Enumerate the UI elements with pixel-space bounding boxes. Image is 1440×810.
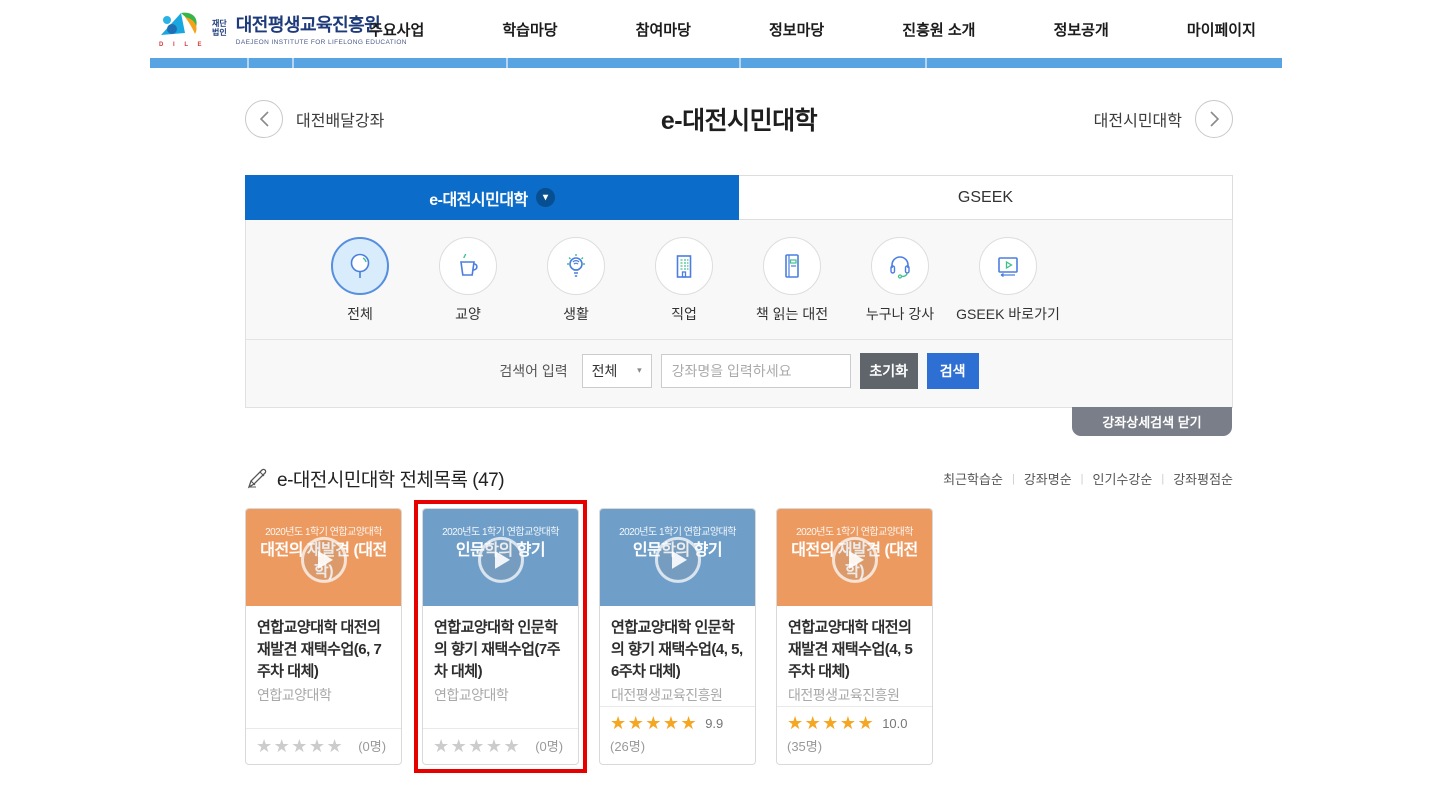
star-rating-icon: ★★★★★ [610,714,698,732]
course-name-input[interactable] [661,354,851,388]
course-card-highlighted[interactable]: 2020년도 1학기 연합교양대학 인문학의 향기 연합교양대학 인문학의 향기… [422,508,579,765]
category-job[interactable]: 직업 [630,237,738,324]
course-rating-row: ★★★★★ (0명) [423,728,578,764]
course-filter-panel: e-대전시민대학 ▾ GSEEK 전체 교양 생활 [245,175,1233,408]
next-page-label[interactable]: 대전시민대학 [1094,107,1182,131]
chevron-down-icon[interactable]: ▾ [536,188,555,207]
next-page-button[interactable] [1195,100,1233,138]
rating-count: (35명) [787,736,922,755]
rating-count: (0명) [358,736,386,755]
category-book-reading-daejeon[interactable]: 책 읽는 대전 [738,237,846,324]
play-icon[interactable] [478,536,524,582]
course-provider: 대전평생교육진흥원 [611,685,744,705]
chevron-right-icon [1209,110,1220,128]
nav-item-information[interactable]: 정보마당 [769,19,824,40]
close-detail-search-button[interactable]: 강좌상세검색 닫기 [1072,407,1232,436]
course-rating-row: ★★★★★ 10.0 (35명) [777,706,932,764]
main-navigation: 주요사업 학습마당 참여마당 정보마당 진흥원 소개 정보공개 마이페이지 [330,0,1295,58]
category-list: 전체 교양 생활 직업 책 읽는 대전 [246,220,1232,324]
select-caret-icon: ▾ [637,365,642,376]
brand-foundation-label: 재단 법인 [212,19,227,37]
star-rating-icon: ★★★★★ [256,737,344,755]
pencil-icon [245,467,269,491]
course-provider: 연합교양대학 [257,685,390,705]
prev-page-button[interactable] [245,100,283,138]
course-thumbnail: 2020년도 1학기 연합교양대학 인문학의 향기 [600,509,755,606]
rating-score: 9.9 [705,716,723,731]
book-icon [777,251,807,281]
rating-count: (0명) [535,736,563,755]
prev-page-label[interactable]: 대전배달강좌 [296,107,384,131]
rating-score: 10.0 [882,716,907,731]
nav-highlight-bar [150,58,1282,68]
balloon-icon [345,251,375,281]
search-label: 검색어 입력 [499,361,567,381]
course-thumbnail: 2020년도 1학기 연합교양대학 대전의 재발견 (대전학) [246,509,401,606]
nav-item-disclosure[interactable]: 정보공개 [1054,19,1109,40]
reset-button[interactable]: 초기화 [860,353,918,389]
building-icon [669,251,699,281]
course-card-list: 2020년도 1학기 연합교양대학 대전의 재발견 (대전학) 연합교양대학 대… [245,508,1233,765]
course-provider: 연합교양대학 [434,685,567,705]
course-rating-row: ★★★★★ 9.9 (26명) [600,706,755,764]
course-thumbnail: 2020년도 1학기 연합교양대학 대전의 재발견 (대전학) [777,509,932,606]
category-life[interactable]: 생활 [522,237,630,324]
star-rating-icon: ★★★★★ [787,714,875,732]
sort-popularity[interactable]: 인기수강순 [1093,469,1153,488]
nav-item-main-business[interactable]: 주요사업 [369,19,424,40]
course-search-bar: 검색어 입력 전체 ▾ 초기화 검색 [246,340,1232,401]
category-gseek-shortcut[interactable]: GSEEK 바로가기 [954,237,1062,324]
nav-item-participation[interactable]: 참여마당 [636,19,691,40]
nav-item-about[interactable]: 진흥원 소개 [902,19,975,40]
list-title: e-대전시민대학 전체목록 (47) [245,465,504,492]
course-title: 연합교양대학 대전의 재발견 재택수업(6, 7주차 대체) [257,617,390,682]
lightbulb-icon [561,251,591,281]
course-title: 연합교양대학 인문학의 향기 재택수업(7주차 대체) [434,617,567,682]
chevron-left-icon [259,110,270,128]
rating-count: (26명) [610,736,745,755]
sort-recent[interactable]: 최근학습순 [943,469,1003,488]
course-card[interactable]: 2020년도 1학기 연합교양대학 인문학의 향기 연합교양대학 인문학의 향기… [599,508,756,765]
course-provider: 대전평생교육진흥원 [788,685,921,705]
course-title: 연합교양대학 인문학의 향기 재택수업(4, 5, 6주차 대체) [611,617,744,682]
category-liberal-arts[interactable]: 교양 [414,237,522,324]
video-player-icon [993,251,1023,281]
tab-e-daejeon-citizen-univ[interactable]: e-대전시민대학 ▾ [245,175,739,220]
sort-name[interactable]: 강좌명순 [1024,469,1072,488]
page-title: e-대전시민대학 [245,96,1233,146]
logo-mark-icon: D I L E [155,7,205,49]
play-icon[interactable] [832,536,878,582]
play-icon[interactable] [655,536,701,582]
nav-item-learning[interactable]: 학습마당 [502,19,557,40]
sort-rating[interactable]: 강좌평점순 [1173,469,1233,488]
headset-icon [885,251,915,281]
sort-options: 최근학습순| 강좌명순| 인기수강순| 강좌평점순 [943,469,1233,488]
course-card[interactable]: 2020년도 1학기 연합교양대학 대전의 재발견 (대전학) 연합교양대학 대… [245,508,402,765]
course-card[interactable]: 2020년도 1학기 연합교양대학 대전의 재발견 (대전학) 연합교양대학 대… [776,508,933,765]
top-bar: D I L E 재단 법인 대전평생교육진흥원 DAEJEON INSTITUT… [0,0,1440,58]
tab-gseek[interactable]: GSEEK [739,175,1233,220]
category-anyone-instructor[interactable]: 누구나 강사 [846,237,954,324]
course-rating-row: ★★★★★ (0명) [246,728,401,764]
star-rating-icon: ★★★★★ [433,737,521,755]
course-title: 연합교양대학 대전의 재발견 재택수업(4, 5주차 대체) [788,617,921,682]
search-button[interactable]: 검색 [927,353,979,389]
svg-text:D I L E: D I L E [159,42,205,48]
cup-icon [453,251,483,281]
search-scope-select[interactable]: 전체 ▾ [582,354,652,388]
category-all[interactable]: 전체 [306,237,414,324]
play-icon[interactable] [301,536,347,582]
course-thumbnail: 2020년도 1학기 연합교양대학 인문학의 향기 [423,509,578,606]
nav-item-mypage[interactable]: 마이페이지 [1187,19,1256,40]
page-title-row: 대전배달강좌 e-대전시민대학 대전시민대학 [245,96,1233,146]
